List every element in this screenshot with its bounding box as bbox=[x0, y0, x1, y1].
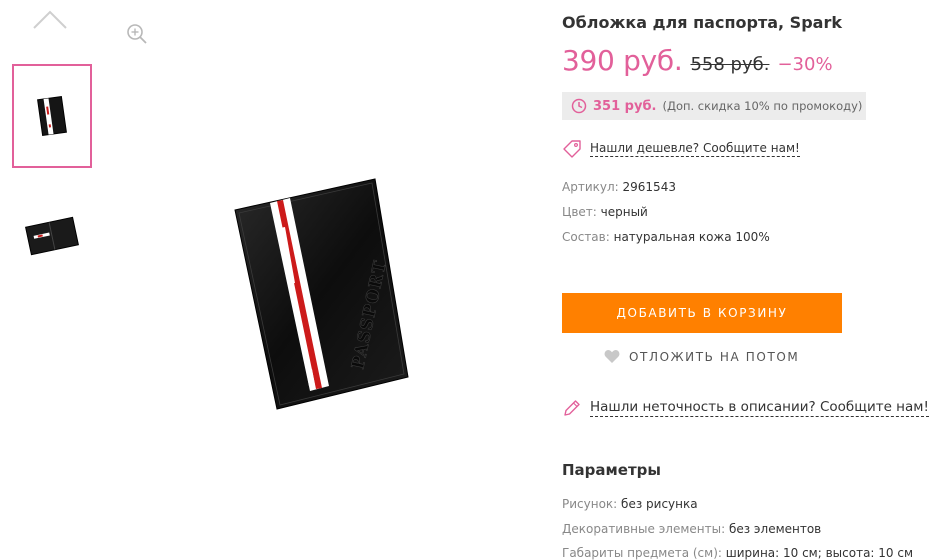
zoom-button[interactable] bbox=[125, 22, 149, 46]
attribute-key: Цвет: bbox=[562, 205, 597, 219]
heart-icon bbox=[604, 350, 620, 363]
attribute-sku: Артикул: 2961543 bbox=[562, 180, 676, 194]
parameter-decor: Декоративные элементы: без элементов bbox=[562, 522, 821, 536]
product-title: Обложка для паспорта, Spark bbox=[562, 13, 842, 32]
chevron-up-icon bbox=[33, 10, 67, 29]
report-error-link[interactable]: Нашли неточность в описании? Сообщите на… bbox=[562, 398, 929, 418]
product-main-image[interactable]: PASSPORT bbox=[225, 165, 415, 425]
found-cheaper-label[interactable]: Нашли дешевле? Сообщите нам! bbox=[590, 141, 800, 157]
thumbnail-1-selected[interactable] bbox=[12, 64, 92, 168]
promo-note: (Доп. скидка 10% по промокоду) bbox=[662, 99, 863, 113]
old-price: 558 руб. bbox=[690, 54, 770, 75]
attribute-value: 2961543 bbox=[622, 180, 676, 194]
parameter-value: без элементов bbox=[728, 522, 822, 536]
attribute-material: Состав: натуральная кожа 100% bbox=[562, 230, 770, 244]
attribute-value: натуральная кожа 100% bbox=[613, 230, 770, 244]
thumbnail-image-open bbox=[25, 216, 79, 256]
parameter-pattern: Рисунок: без рисунка bbox=[562, 497, 698, 511]
parameter-dimensions: Габариты предмета (см): ширина: 10 см; в… bbox=[562, 546, 913, 560]
parameter-value: без рисунка bbox=[621, 497, 698, 511]
passport-cover-image: PASSPORT bbox=[234, 178, 409, 410]
attribute-value: черный bbox=[600, 205, 648, 219]
save-for-later-label[interactable]: ОТЛОЖИТЬ НА ПОТОМ bbox=[629, 350, 799, 364]
price-tag-icon bbox=[563, 140, 581, 158]
attribute-key: Состав: bbox=[562, 230, 610, 244]
parameter-key: Декоративные элементы: bbox=[562, 522, 726, 536]
report-error-label[interactable]: Нашли неточность в описании? Сообщите на… bbox=[590, 399, 929, 417]
parameter-key: Габариты предмета (см): bbox=[562, 546, 722, 560]
zoom-in-icon bbox=[127, 24, 147, 44]
save-for-later-button[interactable]: ОТЛОЖИТЬ НА ПОТОМ bbox=[604, 349, 799, 364]
thumbnail-image-front bbox=[37, 95, 67, 137]
parameter-key: Рисунок: bbox=[562, 497, 618, 511]
gallery-up-button[interactable] bbox=[30, 6, 70, 32]
current-price: 390 руб. bbox=[562, 44, 683, 77]
price-row: 390 руб. 558 руб. −30% bbox=[562, 44, 833, 77]
thumbnail-2[interactable] bbox=[12, 184, 92, 288]
parameter-value: ширина: 10 см; высота: 10 см bbox=[725, 546, 914, 560]
attribute-color: Цвет: черный bbox=[562, 205, 648, 219]
discount-badge: −30% bbox=[777, 54, 833, 75]
attribute-key: Артикул: bbox=[562, 180, 619, 194]
promo-price: 351 руб. bbox=[593, 98, 657, 114]
parameters-heading: Параметры bbox=[562, 461, 661, 479]
found-cheaper-link[interactable]: Нашли дешевле? Сообщите нам! bbox=[562, 139, 800, 159]
promo-price-box: 351 руб. (Доп. скидка 10% по промокоду) bbox=[562, 92, 866, 120]
pencil-icon bbox=[564, 400, 580, 416]
clock-icon bbox=[571, 98, 587, 114]
add-to-cart-button[interactable]: ДОБАВИТЬ В КОРЗИНУ bbox=[562, 293, 842, 333]
